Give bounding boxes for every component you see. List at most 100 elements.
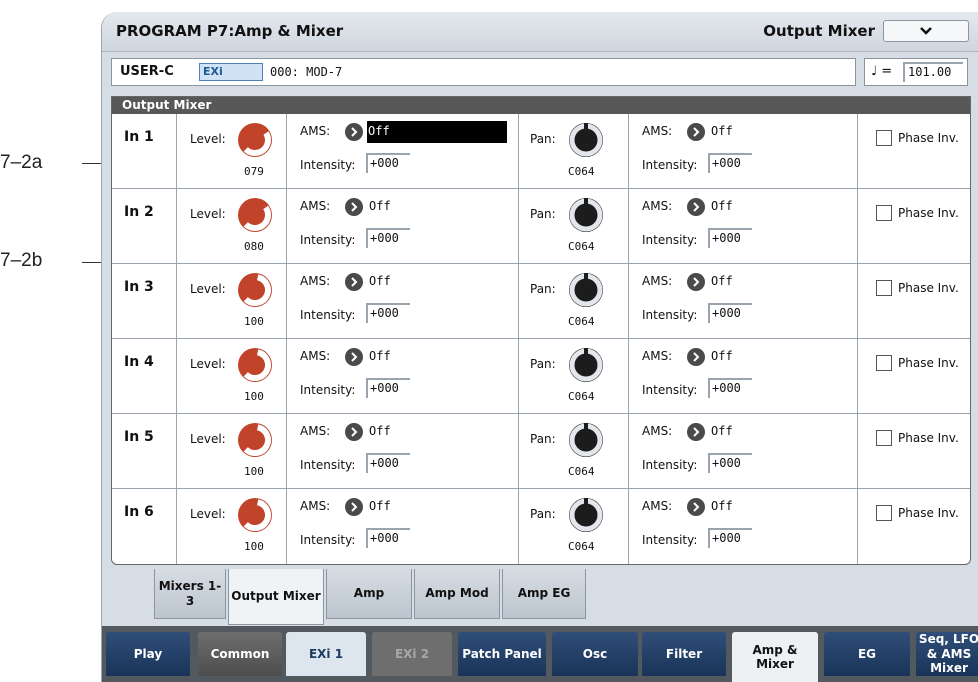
intensity-field[interactable]: +000: [366, 153, 410, 173]
sub-tab[interactable]: Amp Mod: [414, 569, 500, 619]
pan-ams-value[interactable]: Off: [711, 349, 733, 363]
program-select-field[interactable]: USER-C EXi 000: MOD-7: [111, 58, 856, 86]
ams-source-button[interactable]: [345, 273, 363, 291]
pan-ams-value[interactable]: Off: [711, 274, 733, 288]
phase-inv-checkbox[interactable]: [876, 505, 892, 521]
pan-ams-source-button[interactable]: [687, 123, 705, 141]
pan-ams-source-button[interactable]: [687, 348, 705, 366]
pan-ams-source-button[interactable]: [687, 273, 705, 291]
phase-inv-checkbox[interactable]: [876, 205, 892, 221]
pan-ams-label: AMS:: [642, 424, 673, 438]
ams-label: AMS:: [300, 124, 331, 138]
intensity-field[interactable]: +000: [366, 453, 410, 473]
level-label: Level:: [190, 357, 226, 371]
ams-label: AMS:: [300, 274, 331, 288]
level-knob[interactable]: [236, 421, 274, 463]
pan-intensity-field[interactable]: +000: [708, 303, 752, 323]
ams-source-button[interactable]: [345, 198, 363, 216]
phase-inv-checkbox[interactable]: [876, 280, 892, 296]
ams-source-button[interactable]: [345, 423, 363, 441]
pan-intensity-field[interactable]: +000: [708, 528, 752, 548]
main-tab[interactable]: Common: [198, 632, 282, 676]
input-label: In 4: [124, 354, 154, 370]
intensity-field[interactable]: +000: [366, 303, 410, 323]
column-divider: [857, 114, 858, 188]
pan-ams-source-button[interactable]: [687, 423, 705, 441]
intensity-field[interactable]: +000: [366, 528, 410, 548]
pan-knob[interactable]: [567, 421, 605, 463]
phase-inv-label: Phase Inv.: [898, 206, 959, 220]
tempo-field[interactable]: 101.00: [903, 62, 963, 82]
ams-value[interactable]: Off: [369, 274, 391, 288]
sub-tab[interactable]: Mixers 1-3: [154, 569, 226, 619]
pan-intensity-field[interactable]: +000: [708, 453, 752, 473]
chevron-right-icon: [351, 277, 358, 287]
column-divider: [176, 114, 177, 188]
phase-inv-checkbox[interactable]: [876, 355, 892, 371]
page-menu-button[interactable]: [883, 20, 969, 42]
pan-ams-source-button[interactable]: [687, 198, 705, 216]
phase-inv-checkbox[interactable]: [876, 430, 892, 446]
pan-knob[interactable]: [567, 346, 605, 388]
ams-value[interactable]: Off: [367, 121, 507, 143]
intensity-label: Intensity:: [300, 308, 356, 322]
main-tab[interactable]: Play: [106, 632, 190, 676]
main-tab[interactable]: EG: [824, 632, 910, 676]
level-knob[interactable]: [236, 196, 274, 238]
pan-knob[interactable]: [567, 496, 605, 538]
ams-source-button[interactable]: [345, 498, 363, 516]
main-tab[interactable]: EXi 1: [286, 632, 366, 676]
pan-ams-value[interactable]: Off: [711, 199, 733, 213]
column-divider: [518, 414, 519, 488]
pan-knob[interactable]: [567, 271, 605, 313]
level-knob[interactable]: [236, 271, 274, 313]
column-divider: [176, 264, 177, 338]
pan-intensity-field[interactable]: +000: [708, 153, 752, 173]
intensity-label: Intensity:: [300, 458, 356, 472]
ams-value[interactable]: Off: [369, 424, 391, 438]
column-divider: [176, 489, 177, 564]
column-divider: [286, 339, 287, 413]
level-knob-icon: [238, 123, 272, 157]
ams-source-button[interactable]: [345, 348, 363, 366]
level-knob[interactable]: [236, 496, 274, 538]
phase-inv-checkbox[interactable]: [876, 130, 892, 146]
pan-intensity-label: Intensity:: [642, 383, 698, 397]
ams-label: AMS:: [300, 499, 331, 513]
sub-tab[interactable]: Output Mixer: [228, 569, 324, 625]
pan-intensity-field[interactable]: +000: [708, 228, 752, 248]
pan-ams-value[interactable]: Off: [711, 124, 733, 138]
main-tab[interactable]: Seq, LFO & AMS Mixer: [916, 632, 978, 676]
main-tab[interactable]: Amp & Mixer: [732, 632, 818, 682]
level-label: Level:: [190, 507, 226, 521]
column-divider: [286, 114, 287, 188]
pan-value: C064: [568, 240, 595, 253]
intensity-field[interactable]: +000: [366, 378, 410, 398]
intensity-field[interactable]: +000: [366, 228, 410, 248]
input-label: In 2: [124, 204, 154, 220]
level-knob[interactable]: [236, 346, 274, 388]
column-divider: [286, 264, 287, 338]
pan-intensity-field[interactable]: +000: [708, 378, 752, 398]
level-label: Level:: [190, 432, 226, 446]
pan-knob[interactable]: [567, 121, 605, 163]
page-title: PROGRAM P7:Amp & Mixer: [116, 22, 344, 40]
pan-intensity-label: Intensity:: [642, 158, 698, 172]
ams-source-button[interactable]: [345, 123, 363, 141]
main-tab[interactable]: Filter: [642, 632, 726, 676]
ams-value[interactable]: Off: [369, 499, 391, 513]
pan-ams-value[interactable]: Off: [711, 499, 733, 513]
level-knob-icon: [238, 498, 272, 532]
ams-value[interactable]: Off: [369, 349, 391, 363]
sub-tab[interactable]: Amp EG: [502, 569, 586, 619]
main-tab[interactable]: Osc: [552, 632, 638, 676]
main-tab[interactable]: Patch Panel: [458, 632, 546, 676]
level-knob[interactable]: [236, 121, 274, 163]
sub-tab[interactable]: Amp: [326, 569, 412, 619]
ams-value[interactable]: Off: [369, 199, 391, 213]
pan-knob[interactable]: [567, 196, 605, 238]
main-tab[interactable]: EXi 2: [372, 632, 452, 676]
pan-ams-value[interactable]: Off: [711, 424, 733, 438]
pan-value: C064: [568, 165, 595, 178]
pan-ams-source-button[interactable]: [687, 498, 705, 516]
